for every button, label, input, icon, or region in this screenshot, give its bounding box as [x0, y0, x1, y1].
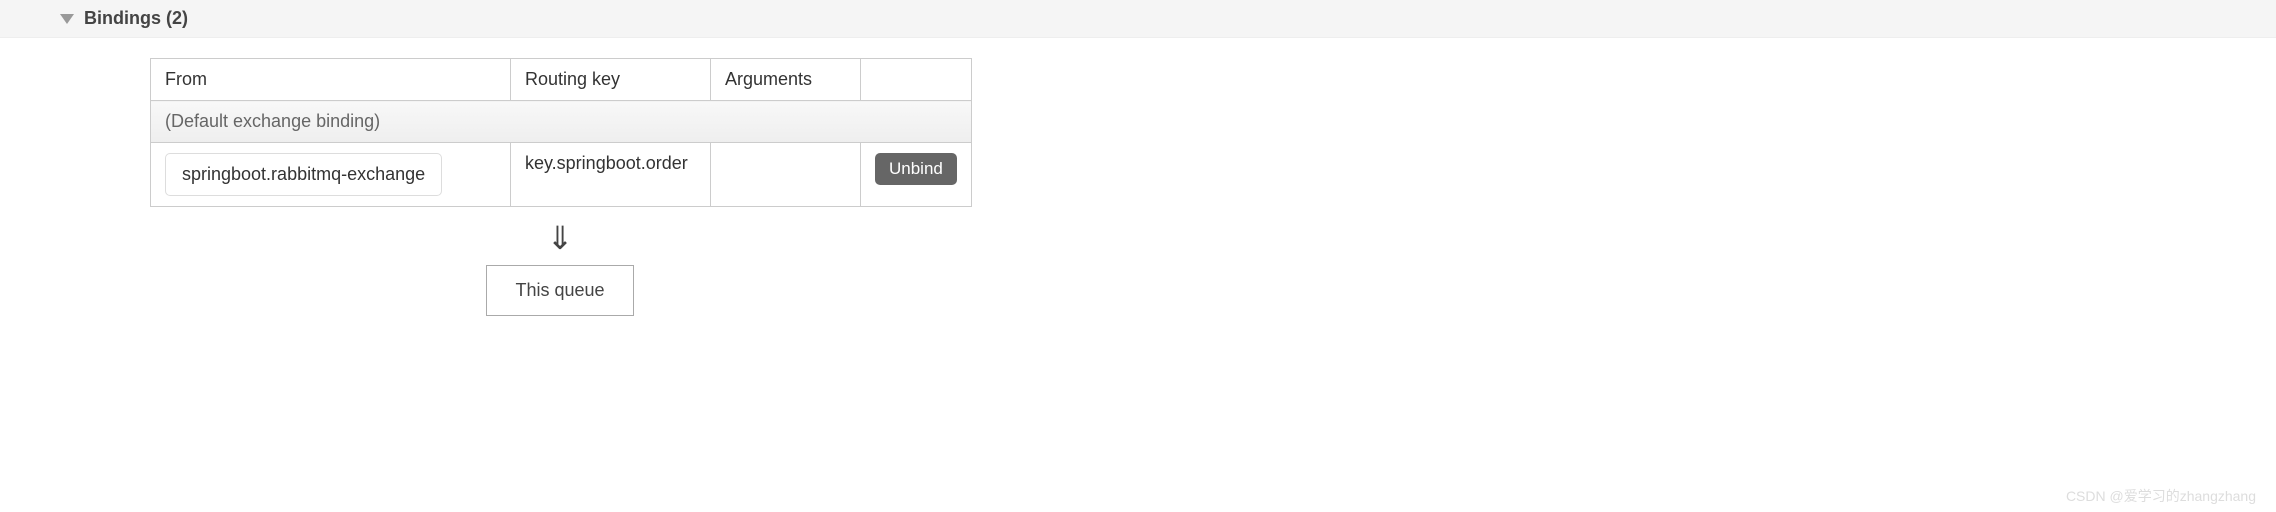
- collapse-arrow-icon: [60, 14, 74, 24]
- cell-arguments: [711, 143, 861, 207]
- header-actions: [861, 59, 972, 101]
- watermark: CSDN @爱学习的zhangzhang: [2066, 486, 2256, 506]
- header-from: From: [151, 59, 511, 101]
- this-queue-box: This queue: [486, 265, 633, 316]
- cell-actions: Unbind: [861, 143, 972, 207]
- header-routing-key: Routing key: [511, 59, 711, 101]
- bindings-content: From Routing key Arguments (Default exch…: [0, 38, 2276, 336]
- cell-routing-key: key.springboot.order: [511, 143, 711, 207]
- default-exchange-row: (Default exchange binding): [151, 101, 972, 143]
- table-header-row: From Routing key Arguments: [151, 59, 972, 101]
- exchange-link[interactable]: springboot.rabbitmq-exchange: [165, 153, 442, 196]
- section-title: Bindings (2): [84, 8, 188, 29]
- default-exchange-cell: (Default exchange binding): [151, 101, 972, 143]
- bindings-table: From Routing key Arguments (Default exch…: [150, 58, 972, 207]
- section-header[interactable]: Bindings (2): [0, 0, 2276, 38]
- unbind-button[interactable]: Unbind: [875, 153, 957, 185]
- cell-from: springboot.rabbitmq-exchange: [151, 143, 511, 207]
- queue-box-wrapper: This queue: [150, 265, 970, 316]
- arrow-down-icon: ⇓: [150, 219, 970, 257]
- header-arguments: Arguments: [711, 59, 861, 101]
- table-row: springboot.rabbitmq-exchange key.springb…: [151, 143, 972, 207]
